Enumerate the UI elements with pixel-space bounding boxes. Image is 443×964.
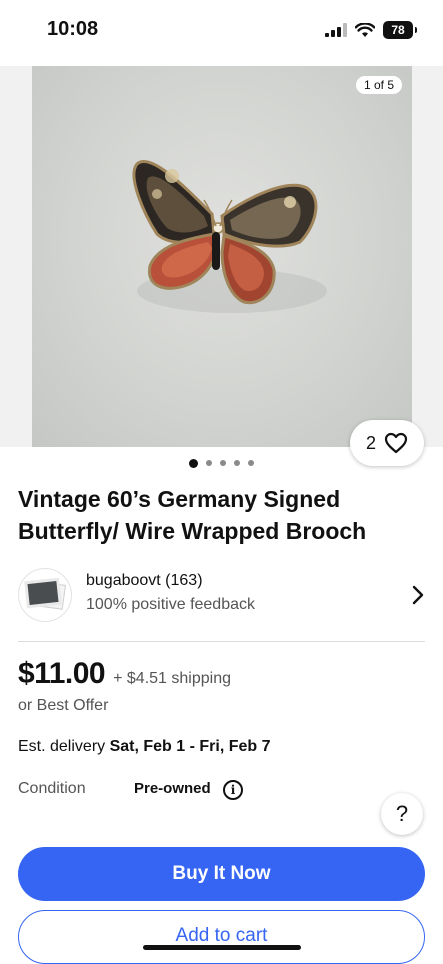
pagination-dot-active[interactable] <box>189 459 198 468</box>
condition-label: Condition <box>18 780 86 797</box>
chevron-right-icon[interactable] <box>411 584 425 606</box>
status-icons: 78 <box>325 18 417 42</box>
help-button[interactable]: ? <box>381 793 423 835</box>
pagination-dot[interactable] <box>206 460 212 466</box>
estimated-delivery: Est. delivery Sat, Feb 1 - Fri, Feb 7 <box>18 738 271 756</box>
watch-button[interactable]: 2 <box>350 420 424 466</box>
status-bar: 10:08 78 <box>0 0 443 62</box>
delivery-label: Est. delivery <box>18 738 106 755</box>
image-counter: 1 of 5 <box>355 76 402 94</box>
butterfly-brooch-image <box>132 160 327 313</box>
delivery-dates: Sat, Feb 1 - Fri, Feb 7 <box>109 738 271 755</box>
add-to-cart-button[interactable]: Add to cart <box>18 910 425 964</box>
price-row: $11.00 + $4.51 shipping <box>18 657 231 691</box>
status-time: 10:08 <box>47 18 99 40</box>
shipping-cost: + $4.51 shipping <box>113 670 231 687</box>
help-icon: ? <box>395 801 409 826</box>
seller-feedback: 100% positive feedback <box>86 596 255 613</box>
seller-photo-icon <box>24 577 67 610</box>
condition-value: Pre-owned <box>134 780 211 797</box>
divider <box>18 641 425 642</box>
pagination-dot[interactable] <box>248 460 254 466</box>
heart-icon <box>384 432 408 454</box>
image-gallery[interactable]: 1 of 5 <box>0 66 443 447</box>
product-photo[interactable]: 1 of 5 <box>32 66 412 447</box>
price: $11.00 <box>18 657 106 690</box>
buy-it-now-button[interactable]: Buy It Now <box>18 847 425 901</box>
best-offer-text: or Best Offer <box>18 697 109 714</box>
cellular-signal-icon <box>325 23 347 37</box>
home-indicator <box>143 945 301 950</box>
seller-card[interactable]: bugaboovt (163) 100% positive feedback <box>18 568 425 624</box>
seller-name[interactable]: bugaboovt (163) <box>86 572 203 590</box>
battery-icon: 78 <box>383 21 417 39</box>
seller-avatar <box>18 568 72 622</box>
wifi-icon <box>355 22 375 37</box>
listing-title: Vintage 60’s Germany Signed Butterfly/ W… <box>18 486 367 544</box>
watch-count: 2 <box>365 432 376 453</box>
pagination-dot[interactable] <box>234 460 240 466</box>
pagination-dot[interactable] <box>220 460 226 466</box>
info-icon[interactable]: i <box>223 780 243 800</box>
